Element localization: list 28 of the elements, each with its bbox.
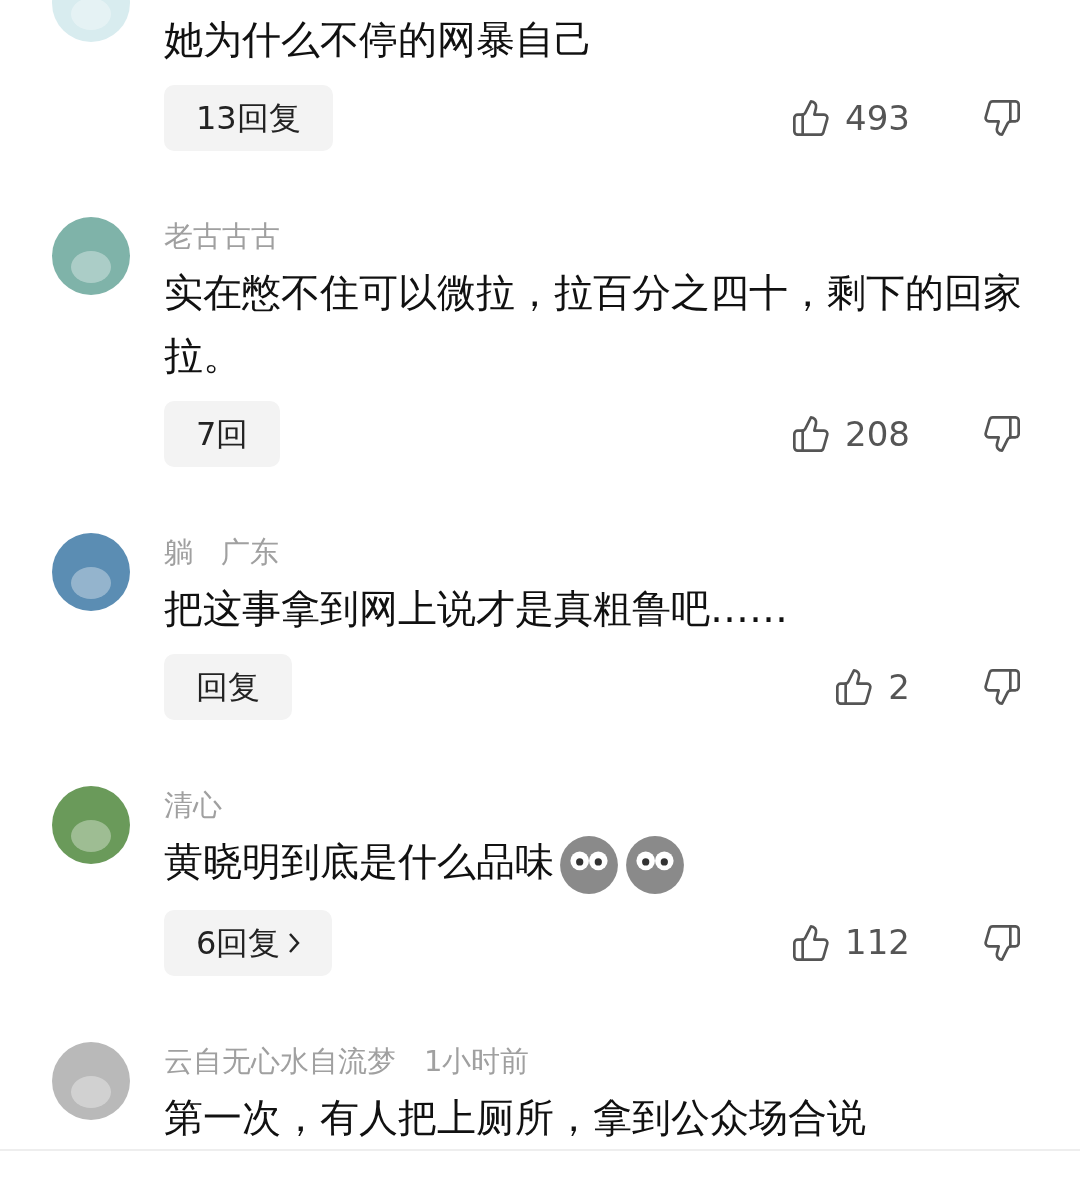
- like-button[interactable]: 2: [834, 661, 910, 713]
- like-button[interactable]: 112: [791, 917, 910, 968]
- thumbs-up-icon: [791, 98, 832, 138]
- chevron-icon: [288, 931, 301, 954]
- avatar-icon[interactable]: [52, 1041, 130, 1120]
- like-button[interactable]: 208: [791, 408, 910, 460]
- replies-button[interactable]: 13回复: [164, 85, 333, 151]
- replies-button[interactable]: 7回: [164, 401, 281, 467]
- replies-button[interactable]: 回复: [164, 654, 292, 720]
- comment-text: 第一次，有人把上厕所，拿到公众场合说: [164, 1093, 867, 1142]
- comment-text: 她为什么不停的网暴自己: [164, 16, 594, 64]
- avatar-icon[interactable]: [52, 217, 130, 295]
- thumbs-up-icon: [834, 667, 875, 707]
- thumbs-up-icon: [791, 414, 832, 454]
- comment-meta: 1小时前: [424, 1042, 530, 1080]
- thumbs-up-icon: [791, 922, 832, 963]
- comment-text: 实在憋不住可以微拉，拉百分之四十，剩下的回家拉。: [164, 269, 1022, 380]
- thumbs-down-icon[interactable]: [982, 414, 1022, 454]
- avatar-icon[interactable]: [52, 786, 130, 864]
- thumbs-down-icon[interactable]: [982, 98, 1022, 138]
- comment-meta: 广东: [221, 534, 279, 572]
- comment-text: 黄晓明到底是什么品味: [164, 830, 1022, 896]
- replies-button[interactable]: 6回复: [164, 909, 333, 976]
- like-button[interactable]: 493: [791, 92, 910, 144]
- avatar-icon[interactable]: [52, 533, 130, 611]
- thumbs-down-icon[interactable]: [982, 667, 1022, 707]
- thumbs-down-icon[interactable]: [982, 922, 1022, 963]
- comment-text: 把这事拿到网上说才是真粗鲁吧……: [164, 585, 789, 633]
